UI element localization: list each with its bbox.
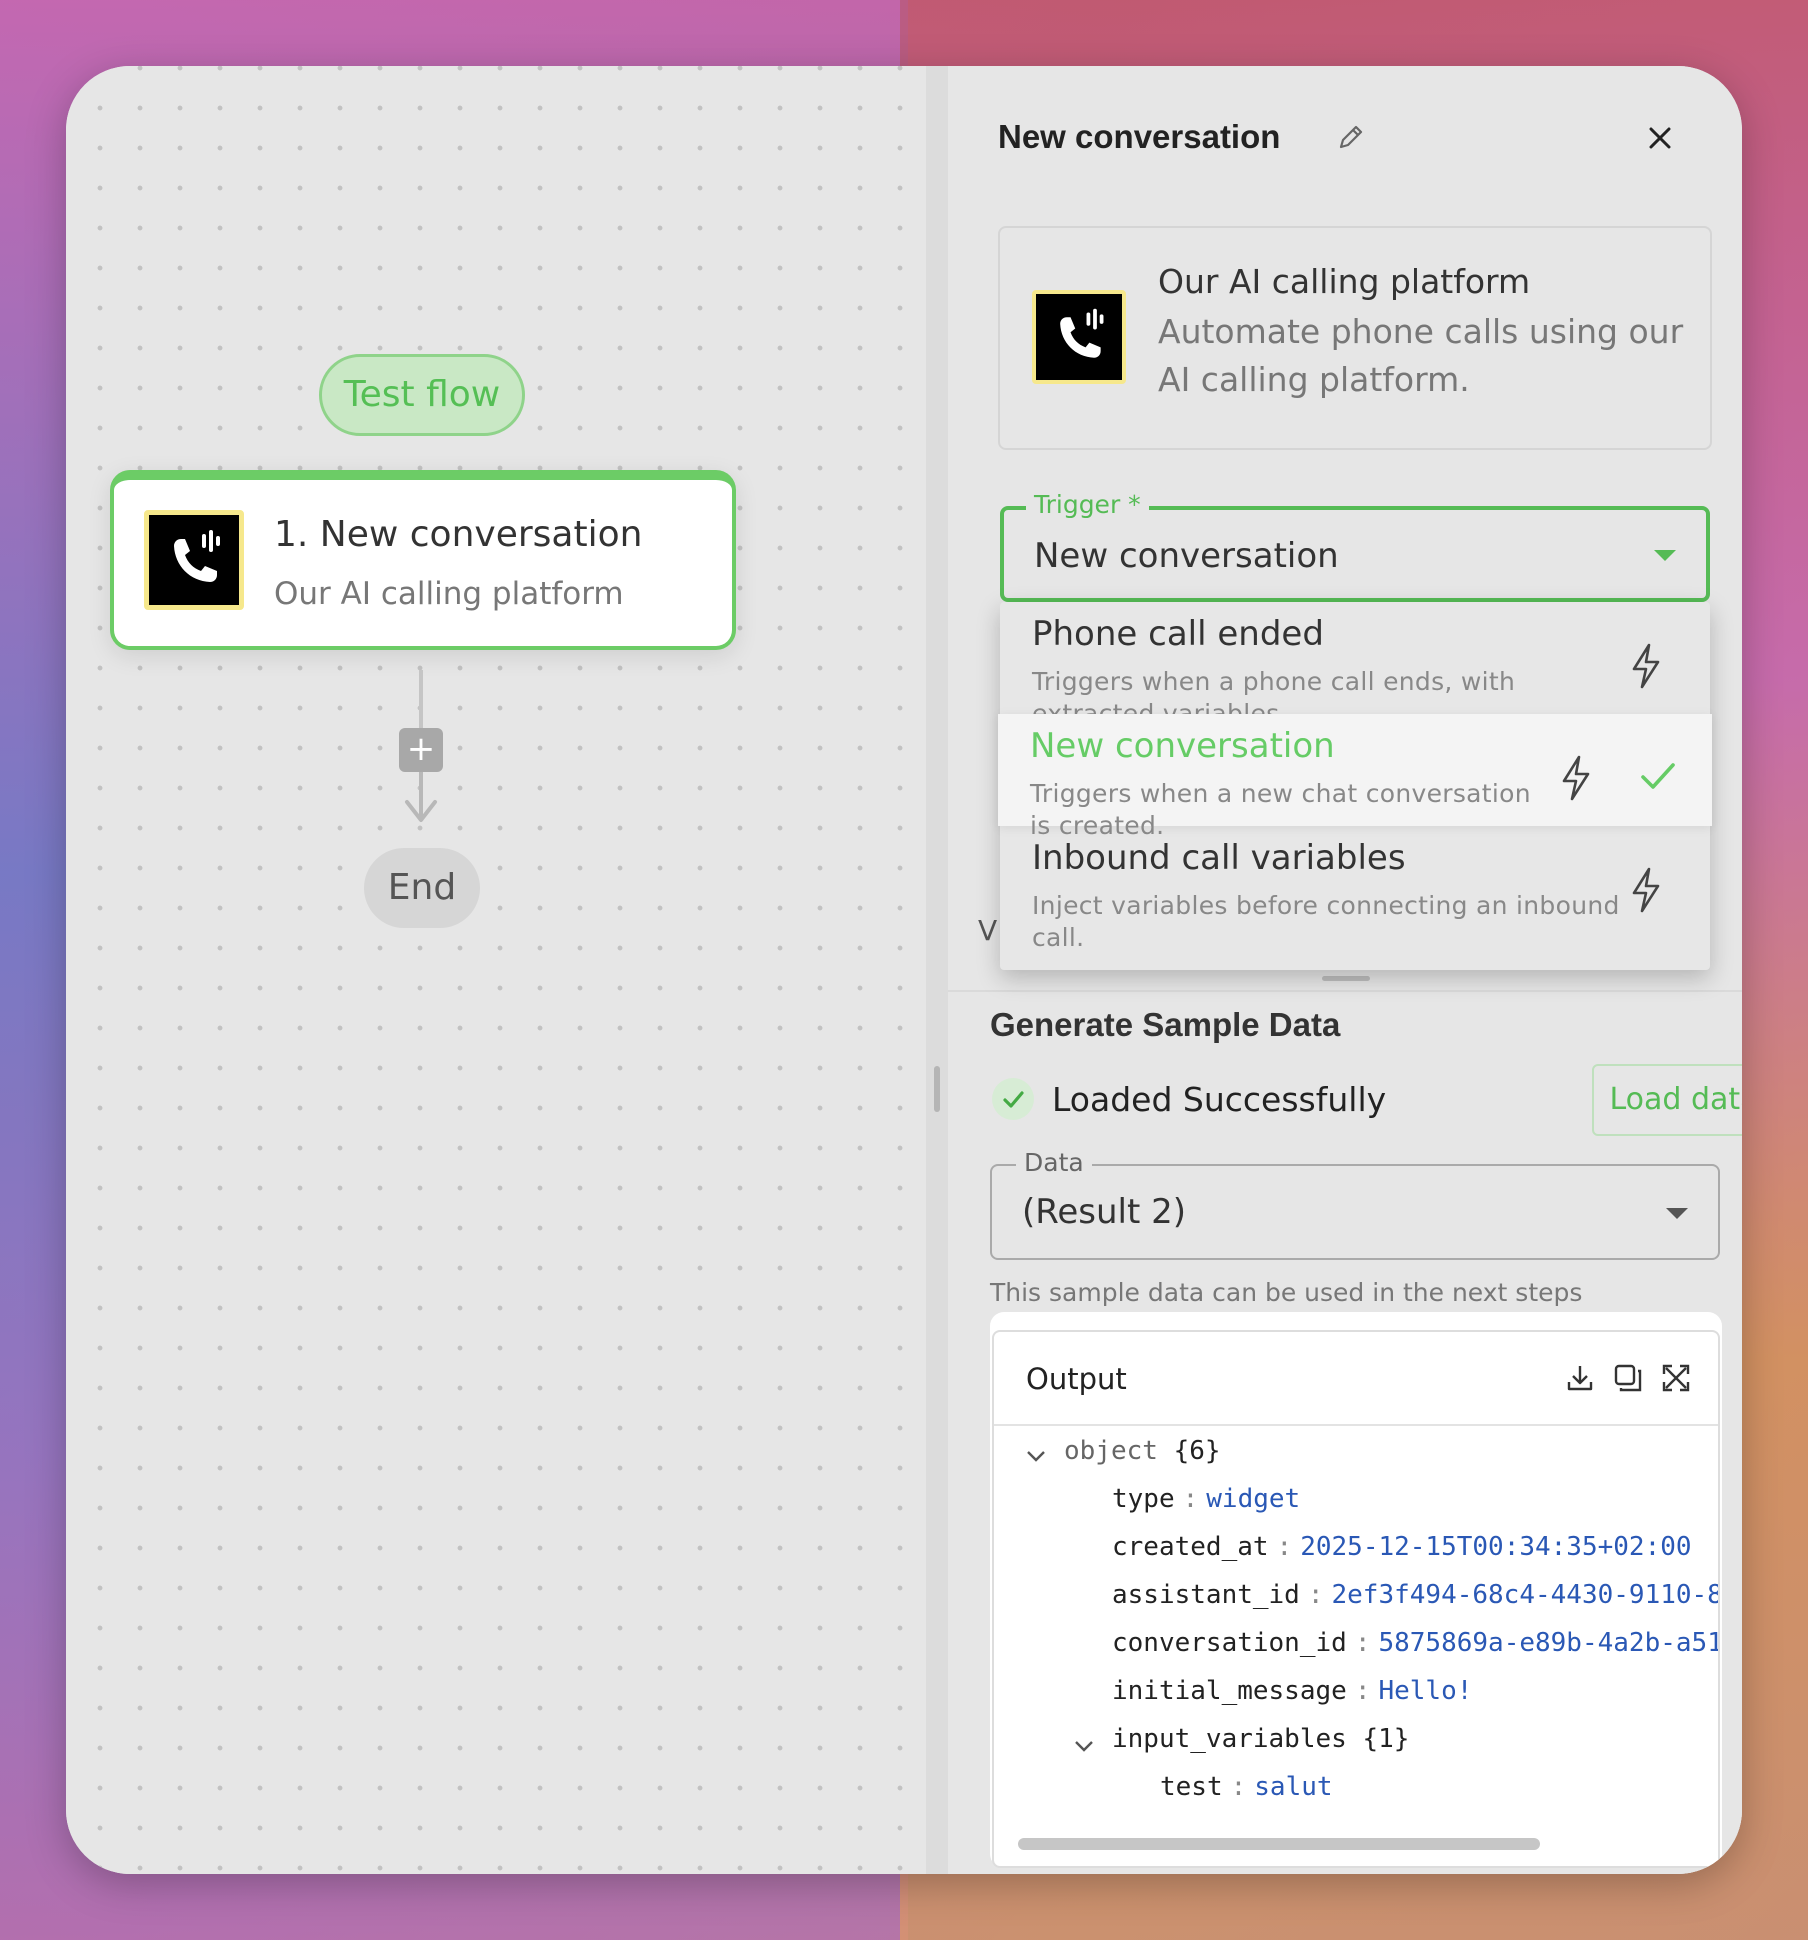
end-node: End bbox=[364, 848, 480, 928]
field-key: created_at bbox=[1112, 1532, 1269, 1562]
field-key: assistant_id bbox=[1112, 1580, 1300, 1610]
tree-row: initial_message: Hello! bbox=[1112, 1676, 1473, 1706]
splitter-grip[interactable] bbox=[934, 1066, 940, 1112]
copy-icon[interactable] bbox=[1612, 1362, 1644, 1394]
app-window: Test flow 1. New conversation Our AI cal… bbox=[66, 66, 1742, 1874]
option-title: Phone call ended bbox=[1032, 614, 1324, 654]
trigger-option-new-conversation[interactable]: New conversation Triggers when a new cha… bbox=[998, 714, 1712, 840]
trigger-value: New conversation bbox=[1034, 536, 1339, 576]
chevron-down-icon[interactable] bbox=[1024, 1444, 1048, 1468]
horizontal-scrollbar[interactable] bbox=[1018, 1838, 1540, 1850]
tree-root: object {6} bbox=[1064, 1436, 1221, 1480]
app-description: Automate phone calls using our AI callin… bbox=[1158, 312, 1684, 399]
tree-row: conversation_id:5875869a-e89b-4a2b-a513 bbox=[1112, 1628, 1720, 1672]
data-value: (Result 2) bbox=[1022, 1192, 1187, 1232]
node-title: 1. New conversation bbox=[274, 514, 643, 555]
resize-handle[interactable] bbox=[1322, 976, 1370, 981]
tree-row: type: widget bbox=[1112, 1484, 1301, 1514]
load-status: Loaded Successfully bbox=[1052, 1080, 1387, 1119]
lightning-bolt-icon bbox=[1632, 867, 1660, 913]
phone-call-icon bbox=[1032, 290, 1126, 384]
hidden-field-label: V bbox=[978, 914, 998, 947]
sample-data-title: Generate Sample Data bbox=[990, 1006, 1341, 1043]
expand-icon[interactable] bbox=[1660, 1362, 1692, 1394]
phone-call-icon bbox=[144, 510, 244, 610]
root-key: object bbox=[1064, 1436, 1158, 1466]
field-value: widget bbox=[1206, 1484, 1301, 1514]
output-title: Output bbox=[1026, 1362, 1127, 1396]
option-description: Inject variables before connecting an in… bbox=[1032, 891, 1620, 952]
app-info-card: Our AI calling platform Automate phone c… bbox=[998, 226, 1712, 450]
app-name: Our AI calling platform bbox=[1158, 262, 1531, 301]
step-settings-panel: New conversation Our AI calling platform… bbox=[948, 66, 1742, 1874]
tree-row: created_at:2025-12-15T00:34:35+02:00 bbox=[1112, 1532, 1692, 1562]
chevron-down-icon[interactable] bbox=[1072, 1734, 1096, 1758]
panel-title: New conversation bbox=[998, 118, 1281, 155]
load-data-button[interactable]: Load data bbox=[1592, 1064, 1742, 1136]
flow-canvas[interactable]: Test flow 1. New conversation Our AI cal… bbox=[66, 66, 926, 1874]
caret-down-icon bbox=[1654, 550, 1676, 561]
download-icon[interactable] bbox=[1564, 1362, 1596, 1394]
edit-pencil-icon[interactable] bbox=[1336, 122, 1366, 152]
sample-data-hint: This sample data can be used in the next… bbox=[990, 1278, 1583, 1307]
field-value: Hello! bbox=[1378, 1676, 1473, 1706]
node-subtitle: Our AI calling platform bbox=[274, 576, 624, 612]
test-flow-button[interactable]: Test flow bbox=[319, 354, 525, 436]
field-value: 2ef3f494-68c4-4430-9110-89 bbox=[1331, 1580, 1720, 1610]
root-count: {6} bbox=[1173, 1436, 1221, 1466]
add-step-button[interactable]: + bbox=[399, 728, 443, 772]
caret-down-icon bbox=[1666, 1208, 1688, 1219]
field-value: 5875869a-e89b-4a2b-a513 bbox=[1378, 1628, 1720, 1658]
check-icon bbox=[1641, 763, 1675, 789]
tree-nested-row: input_variables {1} bbox=[1112, 1724, 1409, 1768]
check-circle-icon bbox=[992, 1078, 1034, 1120]
lightning-bolt-icon bbox=[1632, 643, 1660, 689]
lightning-bolt-icon bbox=[1562, 755, 1590, 801]
field-key: test bbox=[1160, 1772, 1223, 1802]
close-icon[interactable] bbox=[1644, 122, 1676, 154]
field-value: salut bbox=[1254, 1772, 1333, 1802]
trigger-select[interactable]: Trigger * New conversation bbox=[1000, 490, 1710, 602]
option-title: Inbound call variables bbox=[1032, 838, 1406, 878]
output-container: Output object {6} type: widget created_… bbox=[990, 1312, 1722, 1868]
nested-key: input_variables bbox=[1112, 1724, 1347, 1754]
option-title: New conversation bbox=[1030, 726, 1335, 766]
flow-node-new-conversation[interactable]: 1. New conversation Our AI calling platf… bbox=[110, 470, 736, 650]
data-label: Data bbox=[1016, 1148, 1092, 1177]
arrow-down-icon bbox=[405, 800, 437, 822]
connector-line bbox=[419, 670, 423, 730]
field-key: conversation_id bbox=[1112, 1628, 1347, 1658]
tree-row: assistant_id:2ef3f494-68c4-4430-9110-89 bbox=[1112, 1580, 1720, 1624]
tree-row: test: salut bbox=[1160, 1772, 1333, 1802]
trigger-option-phone-call-ended[interactable]: Phone call ended Triggers when a phone c… bbox=[1000, 602, 1710, 728]
trigger-label: Trigger * bbox=[1026, 490, 1149, 519]
trigger-option-inbound-call-variables[interactable]: Inbound call variables Inject variables … bbox=[1000, 826, 1710, 952]
trigger-dropdown-menu: Phone call ended Triggers when a phone c… bbox=[998, 602, 1712, 970]
panel-splitter[interactable] bbox=[926, 66, 948, 1874]
field-value: 2025-12-15T00:34:35+02:00 bbox=[1300, 1532, 1692, 1562]
nested-count: {1} bbox=[1362, 1724, 1410, 1754]
field-key: initial_message bbox=[1112, 1676, 1347, 1706]
output-header: Output bbox=[994, 1332, 1718, 1426]
field-key: type bbox=[1112, 1484, 1175, 1514]
output-viewer[interactable]: Output object {6} type: widget created_… bbox=[992, 1330, 1720, 1868]
data-select[interactable]: Data (Result 2) bbox=[990, 1148, 1720, 1260]
